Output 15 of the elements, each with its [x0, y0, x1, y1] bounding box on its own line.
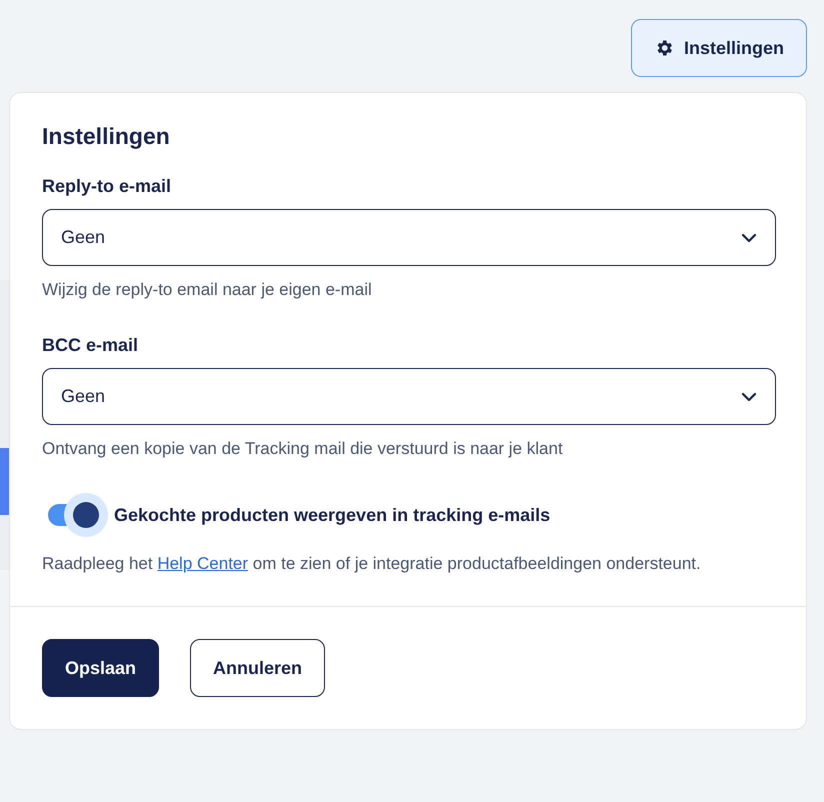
chevron-down-icon	[741, 232, 757, 242]
save-button[interactable]: Opslaan	[42, 639, 160, 697]
toggle-label: Gekochte producten weergeven in tracking e-mails	[114, 504, 550, 526]
settings-button[interactable]: Instellingen	[630, 19, 807, 77]
field-label: Reply-to e-mail	[42, 176, 172, 197]
help-text: Raadpleeg het Help Center om te zien of je integratie productafbeeldingen ondersteunt.	[42, 553, 702, 575]
help-center-link[interactable]: Help Center	[157, 554, 248, 573]
chevron-down-icon	[741, 392, 757, 402]
field-label: BCC e-mail	[42, 335, 138, 356]
select-field[interactable]: Geen	[42, 209, 776, 266]
cancel-button[interactable]: Annuleren	[190, 639, 326, 697]
panel-title: Instellingen	[42, 123, 170, 150]
select-field[interactable]: Geen	[42, 368, 776, 425]
field-hint: Ontvang een kopie van de Tracking mail die verstuurd is naar je klant	[42, 439, 563, 459]
field-hint: Wijzig de reply-to email naar je eigen e-mail	[42, 280, 372, 300]
